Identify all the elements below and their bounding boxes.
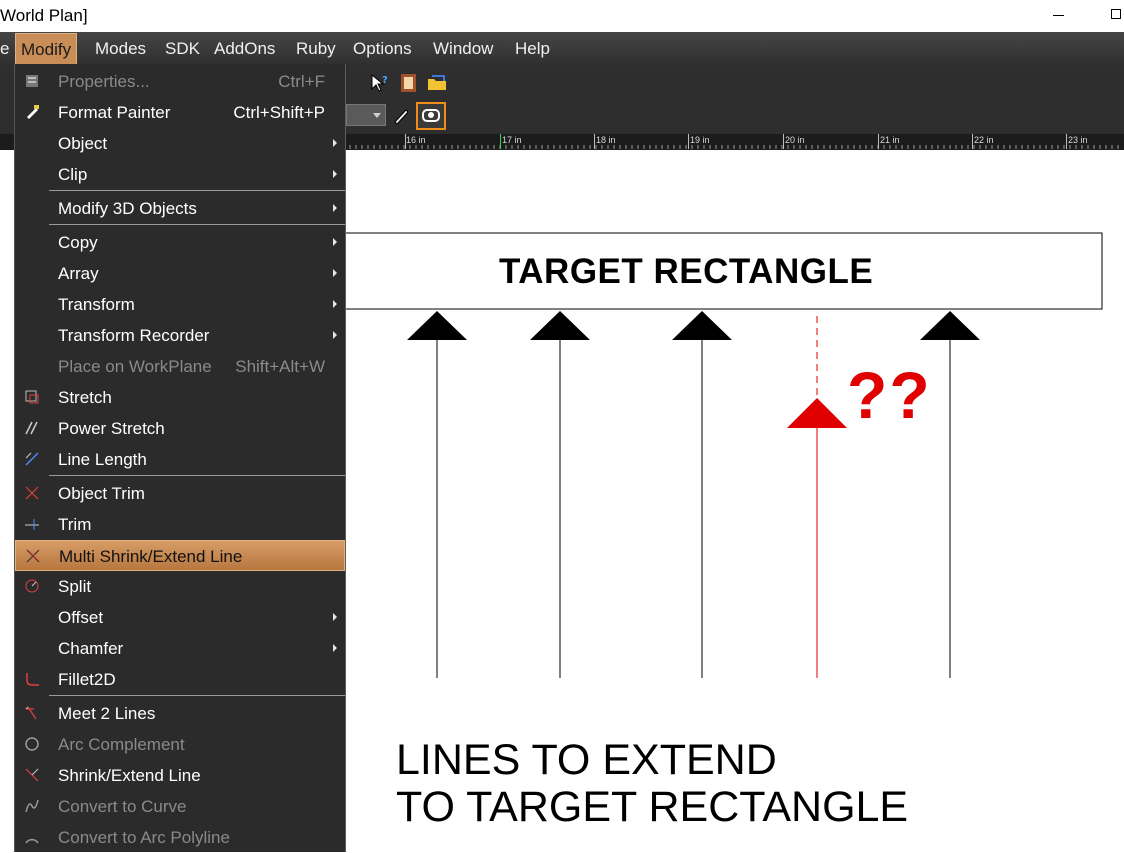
modify-menu: Properties... Ctrl+F Format Painter Ctrl… <box>14 64 346 852</box>
menu-item-label: Power Stretch <box>58 419 165 438</box>
menu-item-label: Split <box>58 577 92 596</box>
fillet-icon <box>24 671 40 687</box>
shrink-extend-icon <box>24 767 40 783</box>
menu-item-modify-3d-objects[interactable]: Modify 3D Objects <box>15 193 345 224</box>
menu-item-label: Array <box>58 264 99 283</box>
arrowhead-5 <box>920 311 980 340</box>
menu-item-shortcut: Ctrl+F <box>278 72 325 91</box>
menu-separator <box>49 475 345 476</box>
menu-item-stretch[interactable]: Stretch <box>15 382 345 413</box>
arrowhead-1 <box>407 311 467 340</box>
menu-item-clip[interactable]: Clip <box>15 159 345 190</box>
menu-item-label: Clip <box>58 165 88 184</box>
submenu-arrow-icon <box>333 644 337 652</box>
menu-item-label: Modify 3D Objects <box>58 199 197 218</box>
menu-item-place-on-workplane[interactable]: Place on WorkPlane Shift+Alt+W <box>15 351 345 382</box>
menu-item-label: Format Painter <box>58 103 171 122</box>
submenu-arrow-icon <box>333 269 337 277</box>
menu-item-object-trim[interactable]: Object Trim <box>15 478 345 509</box>
menu-item-label: Convert to Curve <box>58 797 187 816</box>
menu-item-chamfer[interactable]: Chamfer <box>15 633 345 664</box>
menu-item-label: Shrink/Extend Line <box>58 766 201 785</box>
menu-item-shrink-extend-line[interactable]: Shrink/Extend Line <box>15 760 345 791</box>
menu-item-label: Fillet2D <box>58 670 116 689</box>
multi-shrink-extend-icon <box>25 548 41 564</box>
menu-item-label: Multi Shrink/Extend Line <box>59 547 243 566</box>
meet-lines-icon <box>24 705 40 721</box>
caption-line-1: LINES TO EXTEND <box>396 736 777 784</box>
submenu-arrow-icon <box>333 613 337 621</box>
menu-item-arc-complement[interactable]: Arc Complement <box>15 729 345 760</box>
menu-separator <box>49 695 345 696</box>
menu-item-label: Convert to Arc Polyline <box>58 828 230 847</box>
menu-item-array[interactable]: Array <box>15 258 345 289</box>
menu-item-label: Meet 2 Lines <box>58 704 156 723</box>
menu-item-trim[interactable]: Trim <box>15 509 345 540</box>
object-trim-icon <box>24 485 40 501</box>
menu-item-label: Trim <box>58 515 92 534</box>
submenu-arrow-icon <box>333 139 337 147</box>
menu-separator <box>49 190 345 191</box>
menu-item-transform[interactable]: Transform <box>15 289 345 320</box>
menu-item-label: Object Trim <box>58 484 145 503</box>
menu-item-label: Offset <box>58 608 104 627</box>
menu-item-offset[interactable]: Offset <box>15 602 345 633</box>
question-marks: ?? <box>847 358 932 432</box>
menu-item-label: Place on WorkPlane <box>58 357 212 376</box>
arrowhead-2 <box>530 311 590 340</box>
line-length-icon <box>24 451 40 467</box>
menu-item-shortcut: Ctrl+Shift+P <box>233 103 325 122</box>
menu-item-convert-to-arc-polyline[interactable]: Convert to Arc Polyline <box>15 822 345 853</box>
menu-item-fillet2d[interactable]: Fillet2D <box>15 664 345 695</box>
menu-item-format-painter[interactable]: Format Painter Ctrl+Shift+P <box>15 97 345 128</box>
menu-item-object[interactable]: Object <box>15 128 345 159</box>
properties-icon <box>24 73 40 89</box>
menu-item-split[interactable]: Split <box>15 571 345 602</box>
convert-arc-polyline-icon <box>24 829 40 845</box>
menu-item-label: Stretch <box>58 388 112 407</box>
caption-line-2: TO TARGET RECTANGLE <box>396 783 909 831</box>
red-arrowhead <box>787 398 847 428</box>
menu-item-shortcut: Shift+Alt+W <box>235 357 325 376</box>
submenu-arrow-icon <box>333 170 337 178</box>
format-painter-icon <box>24 104 40 120</box>
menu-item-label: Chamfer <box>58 639 124 658</box>
split-icon <box>24 578 40 594</box>
power-stretch-icon <box>24 420 40 436</box>
submenu-arrow-icon <box>333 331 337 339</box>
menu-item-multi-shrink-extend-line[interactable]: Multi Shrink/Extend Line <box>15 540 345 571</box>
arc-complement-icon <box>24 736 40 752</box>
menu-item-transform-recorder[interactable]: Transform Recorder <box>15 320 345 351</box>
submenu-arrow-icon <box>333 238 337 246</box>
menu-item-label: Arc Complement <box>58 735 185 754</box>
submenu-arrow-icon <box>333 204 337 212</box>
menu-item-label: Copy <box>58 233 98 252</box>
target-rectangle-label: TARGET RECTANGLE <box>499 252 874 291</box>
menu-item-label: Properties... <box>58 72 150 91</box>
menu-item-copy[interactable]: Copy <box>15 227 345 258</box>
arrowhead-3 <box>672 311 732 340</box>
convert-curve-icon <box>24 798 40 814</box>
menu-item-properties[interactable]: Properties... Ctrl+F <box>15 66 345 97</box>
stretch-icon <box>24 389 40 405</box>
menu-item-line-length[interactable]: Line Length <box>15 444 345 475</box>
trim-icon <box>24 516 40 532</box>
menu-item-power-stretch[interactable]: Power Stretch <box>15 413 345 444</box>
menu-separator <box>49 224 345 225</box>
menu-item-label: Line Length <box>58 450 147 469</box>
menu-item-label: Object <box>58 134 108 153</box>
submenu-arrow-icon <box>333 300 337 308</box>
menu-item-meet-2-lines[interactable]: Meet 2 Lines <box>15 698 345 729</box>
menu-item-label: Transform <box>58 295 135 314</box>
menu-item-label: Transform Recorder <box>58 326 210 345</box>
menu-item-convert-to-curve[interactable]: Convert to Curve <box>15 791 345 822</box>
